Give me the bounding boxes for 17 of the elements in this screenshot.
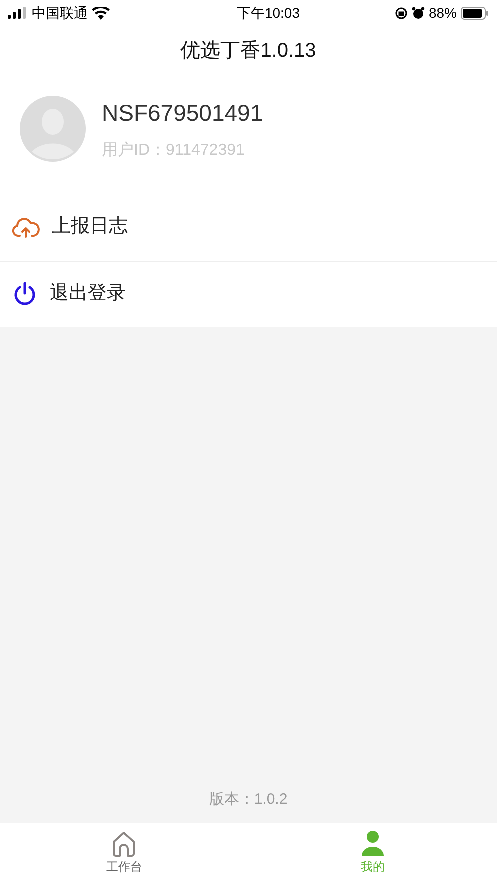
battery-icon [460, 6, 489, 20]
rotation-lock-icon [394, 6, 408, 20]
user-name: NSF679501491 [102, 99, 264, 128]
power-icon [12, 281, 38, 307]
avatar-icon [20, 96, 86, 162]
cloud-upload-icon [12, 216, 40, 240]
version-text: 版本：1.0.2 [209, 790, 288, 810]
signal-icon [8, 7, 28, 19]
tab-item[interactable]: 工作台 [0, 823, 248, 883]
alarm-icon [412, 6, 425, 20]
menu-item[interactable]: 上报日志 [0, 194, 497, 260]
menu-item[interactable]: 退出登录 [0, 260, 497, 326]
page-title: 优选丁香1.0.13 [180, 39, 316, 64]
carrier-name: 中国联通 [32, 4, 88, 22]
clock-time: 下午10:03 [236, 4, 300, 22]
battery-percent: 88% [428, 4, 457, 22]
wifi-icon [92, 6, 110, 20]
